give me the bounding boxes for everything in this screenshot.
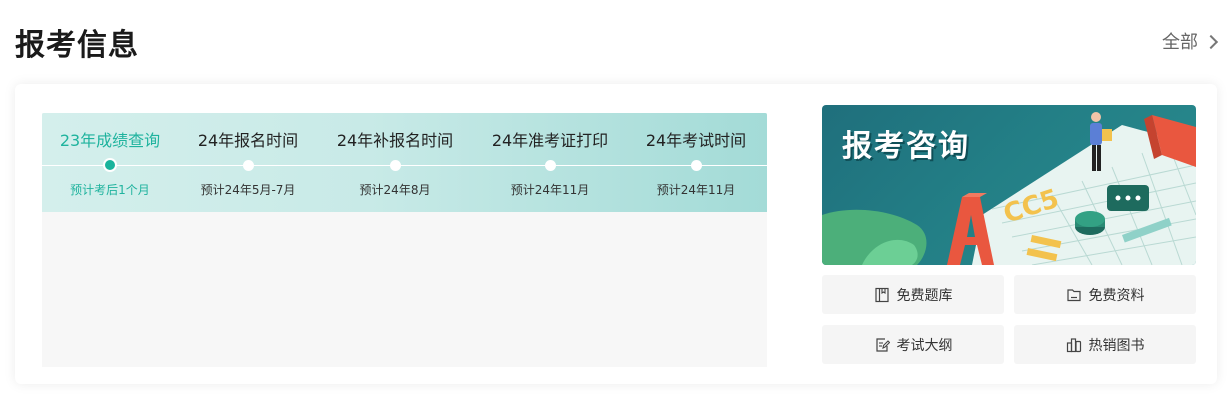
timeline-step-supplementary-registration[interactable]: 24年补报名时间 预计24年8月	[325, 113, 465, 212]
quick-link-label: 免费题库	[896, 287, 953, 304]
step-title: 24年补报名时间	[336, 131, 454, 150]
step-dot	[690, 160, 702, 171]
view-all-link[interactable]: 全部	[1162, 28, 1219, 54]
chevron-right-icon	[1203, 34, 1219, 49]
step-title: 24年考试时间	[645, 131, 747, 150]
quick-link-label: 免费资料	[1088, 287, 1145, 304]
book-icon	[874, 287, 889, 302]
step-dot	[389, 160, 401, 171]
step-title: 24年报名时间	[197, 131, 299, 150]
timeline-step-exam-time[interactable]: 24年考试时间 预计24年11月	[626, 113, 766, 212]
step-title: 23年成绩查询	[59, 131, 161, 150]
step-title: 24年准考证打印	[491, 131, 609, 150]
exam-info-card: 23年成绩查询 预计考后1个月 24年报名时间 预计24年5月-7月 24年补报…	[15, 84, 1217, 384]
books-icon	[1066, 337, 1081, 352]
banner-title: 报考咨询	[842, 129, 970, 164]
step-dot-active	[103, 158, 117, 172]
quick-link-free-question-bank[interactable]: 免费题库	[822, 275, 1004, 314]
edit-document-icon	[875, 337, 890, 352]
step-date: 预计24年8月	[359, 183, 431, 197]
step-dot	[242, 160, 254, 171]
step-date: 预计24年11月	[656, 183, 736, 197]
timeline-panel: 23年成绩查询 预计考后1个月 24年报名时间 预计24年5月-7月 24年补报…	[42, 113, 767, 367]
quick-link-free-materials[interactable]: 免费资料	[1014, 275, 1196, 314]
step-date: 预计考后1个月	[70, 183, 150, 197]
consultation-banner[interactable]: CC5 报考咨询	[822, 105, 1196, 265]
timeline-step-score-query[interactable]: 23年成绩查询 预计考后1个月	[40, 113, 180, 212]
quick-link-label: 热销图书	[1088, 337, 1145, 354]
timeline-step-admission-ticket[interactable]: 24年准考证打印 预计24年11月	[480, 113, 620, 212]
view-all-label: 全部	[1162, 32, 1198, 53]
step-date: 预计24年5月-7月	[200, 183, 296, 197]
quick-link-bestselling-books[interactable]: 热销图书	[1014, 325, 1196, 364]
timeline-header: 23年成绩查询 预计考后1个月 24年报名时间 预计24年5月-7月 24年补报…	[42, 113, 767, 212]
step-date: 预计24年11月	[510, 183, 590, 197]
quick-link-label: 考试大纲	[896, 337, 953, 354]
step-dot	[544, 160, 556, 171]
quick-link-exam-syllabus[interactable]: 考试大纲	[822, 325, 1004, 364]
folder-icon	[1066, 288, 1081, 301]
timeline-step-registration[interactable]: 24年报名时间 预计24年5月-7月	[178, 113, 318, 212]
page-title: 报考信息	[15, 28, 139, 63]
